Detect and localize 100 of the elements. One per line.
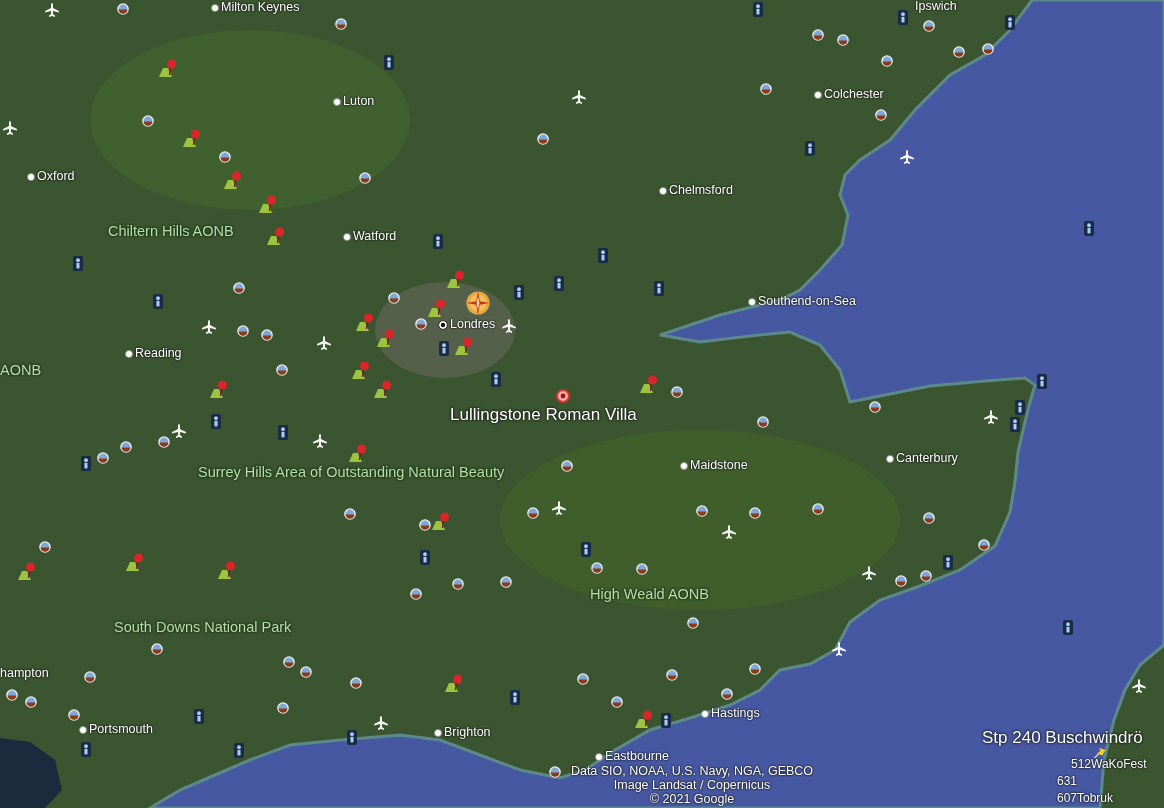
map-pin-icon[interactable] — [210, 380, 228, 398]
map-pin-icon[interactable] — [640, 375, 658, 393]
lighthouse-icon[interactable] — [211, 413, 221, 429]
map-pin-icon[interactable] — [428, 299, 446, 317]
airplane-icon[interactable] — [572, 90, 586, 104]
map-pin-icon[interactable] — [432, 512, 450, 530]
lighthouse-icon[interactable] — [581, 541, 591, 557]
airplane-icon[interactable] — [832, 642, 846, 656]
landscape-circle-icon[interactable] — [237, 325, 249, 337]
landscape-circle-icon[interactable] — [561, 460, 573, 472]
landscape-circle-icon[interactable] — [344, 508, 356, 520]
landscape-circle-icon[interactable] — [671, 386, 683, 398]
landscape-circle-icon[interactable] — [452, 578, 464, 590]
landscape-circle-icon[interactable] — [953, 46, 965, 58]
landscape-circle-icon[interactable] — [142, 115, 154, 127]
landscape-circle-icon[interactable] — [923, 20, 935, 32]
landscape-circle-icon[interactable] — [120, 441, 132, 453]
map-pin-icon[interactable] — [445, 674, 463, 692]
landscape-circle-icon[interactable] — [923, 512, 935, 524]
lighthouse-icon[interactable] — [1063, 619, 1073, 635]
landscape-circle-icon[interactable] — [350, 677, 362, 689]
landscape-circle-icon[interactable] — [920, 570, 932, 582]
landscape-circle-icon[interactable] — [721, 688, 733, 700]
landscape-circle-icon[interactable] — [837, 34, 849, 46]
landscape-circle-icon[interactable] — [666, 669, 678, 681]
landscape-circle-icon[interactable] — [97, 452, 109, 464]
landscape-circle-icon[interactable] — [537, 133, 549, 145]
landscape-circle-icon[interactable] — [233, 282, 245, 294]
landscape-circle-icon[interactable] — [276, 364, 288, 376]
lighthouse-icon[interactable] — [153, 293, 163, 309]
lighthouse-icon[interactable] — [661, 712, 671, 728]
lighthouse-icon[interactable] — [805, 140, 815, 156]
map-pin-icon[interactable] — [259, 195, 277, 213]
lighthouse-icon[interactable] — [1005, 14, 1015, 30]
landscape-circle-icon[interactable] — [812, 29, 824, 41]
map-pin-icon[interactable] — [267, 227, 285, 245]
airplane-icon[interactable] — [1132, 679, 1146, 693]
lighthouse-icon[interactable] — [1037, 373, 1047, 389]
landscape-circle-icon[interactable] — [151, 643, 163, 655]
lighthouse-icon[interactable] — [1084, 220, 1094, 236]
map-pin-icon[interactable] — [352, 361, 370, 379]
airplane-icon[interactable] — [317, 336, 331, 350]
landscape-circle-icon[interactable] — [419, 519, 431, 531]
landscape-circle-icon[interactable] — [869, 401, 881, 413]
lighthouse-icon[interactable] — [554, 275, 564, 291]
landscape-circle-icon[interactable] — [500, 576, 512, 588]
landscape-circle-icon[interactable] — [757, 416, 769, 428]
landscape-circle-icon[interactable] — [812, 503, 824, 515]
lighthouse-icon[interactable] — [439, 340, 449, 356]
lighthouse-icon[interactable] — [420, 549, 430, 565]
landscape-circle-icon[interactable] — [39, 541, 51, 553]
landscape-circle-icon[interactable] — [219, 151, 231, 163]
landscape-circle-icon[interactable] — [25, 696, 37, 708]
lighthouse-icon[interactable] — [384, 54, 394, 70]
airplane-icon[interactable] — [502, 319, 516, 333]
landscape-circle-icon[interactable] — [696, 505, 708, 517]
airplane-icon[interactable] — [552, 501, 566, 515]
compass-rose-icon[interactable] — [466, 291, 490, 315]
lighthouse-icon[interactable] — [278, 424, 288, 440]
placemark-target-icon[interactable] — [556, 389, 570, 403]
lighthouse-icon[interactable] — [73, 255, 83, 271]
landscape-circle-icon[interactable] — [283, 656, 295, 668]
landscape-circle-icon[interactable] — [261, 329, 273, 341]
map-pin-icon[interactable] — [455, 337, 473, 355]
landscape-circle-icon[interactable] — [6, 689, 18, 701]
landscape-circle-icon[interactable] — [410, 588, 422, 600]
map-pin-icon[interactable] — [183, 129, 201, 147]
landscape-circle-icon[interactable] — [577, 673, 589, 685]
map-pin-icon[interactable] — [224, 171, 242, 189]
airplane-icon[interactable] — [900, 150, 914, 164]
landscape-circle-icon[interactable] — [335, 18, 347, 30]
map-pin-icon[interactable] — [218, 561, 236, 579]
map-pin-icon[interactable] — [635, 710, 653, 728]
airplane-icon[interactable] — [313, 434, 327, 448]
landscape-circle-icon[interactable] — [527, 507, 539, 519]
landscape-circle-icon[interactable] — [117, 3, 129, 15]
lighthouse-icon[interactable] — [81, 741, 91, 757]
lighthouse-icon[interactable] — [194, 708, 204, 724]
lighthouse-icon[interactable] — [81, 455, 91, 471]
landscape-circle-icon[interactable] — [749, 507, 761, 519]
lighthouse-icon[interactable] — [491, 371, 501, 387]
map-pin-icon[interactable] — [377, 329, 395, 347]
landscape-circle-icon[interactable] — [760, 83, 772, 95]
landscape-circle-icon[interactable] — [982, 43, 994, 55]
lighthouse-icon[interactable] — [347, 729, 357, 745]
landscape-circle-icon[interactable] — [978, 539, 990, 551]
airplane-icon[interactable] — [722, 525, 736, 539]
landscape-circle-icon[interactable] — [277, 702, 289, 714]
landscape-circle-icon[interactable] — [591, 562, 603, 574]
landscape-circle-icon[interactable] — [749, 663, 761, 675]
landscape-circle-icon[interactable] — [895, 575, 907, 587]
lighthouse-icon[interactable] — [654, 280, 664, 296]
airplane-icon[interactable] — [202, 320, 216, 334]
map-pin-icon[interactable] — [126, 553, 144, 571]
airplane-icon[interactable] — [374, 716, 388, 730]
landscape-circle-icon[interactable] — [687, 617, 699, 629]
landscape-circle-icon[interactable] — [415, 318, 427, 330]
landscape-circle-icon[interactable] — [359, 172, 371, 184]
lighthouse-icon[interactable] — [1015, 399, 1025, 415]
airplane-icon[interactable] — [172, 424, 186, 438]
